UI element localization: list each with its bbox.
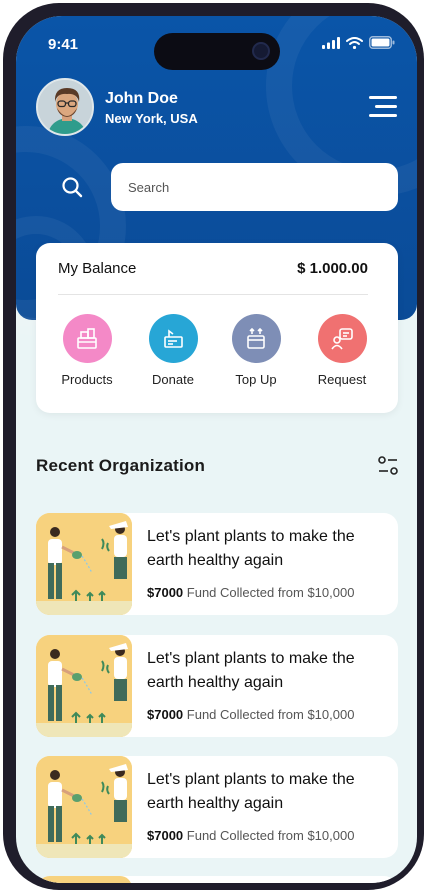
user-name: John Doe [105,90,178,107]
phone-frame: 9:41 John Doe New York, USA Search My Ba… [3,3,424,890]
top-up-icon [231,314,281,363]
action-label: Request [317,372,367,387]
signal-icon [322,36,340,49]
action-donate[interactable]: Donate [133,314,213,387]
balance-label: My Balance [58,260,137,277]
organization-card[interactable]: Let's plant plants to make the earth hea… [36,756,398,858]
menu-icon [369,96,397,99]
balance-divider [58,294,368,295]
donate-icon [148,314,198,363]
search-box [111,163,398,211]
fund-amount: $7000 [147,585,184,600]
app-screen: 9:41 John Doe New York, USA Search My Ba… [16,16,417,883]
balance-card: My Balance $ 1.000.00 Products Donate To… [36,243,398,413]
organization-fund: $7000 Fund Collected from $10,000 [147,707,354,722]
search-icon [62,177,83,198]
organization-card[interactable] [36,876,398,883]
request-icon [317,314,367,363]
fund-amount: $7000 [147,707,184,722]
organization-title: Let's plant plants to make the earth hea… [147,650,355,691]
action-label: Products [61,372,113,387]
action-products[interactable]: Products [47,314,127,387]
products-icon [62,314,112,363]
action-top-up[interactable]: Top Up [216,314,296,387]
camera-icon [252,42,270,60]
user-location: New York, USA [105,111,198,126]
menu-button[interactable] [369,96,397,118]
organization-image [36,635,132,737]
fund-text: Fund Collected from $10,000 [186,585,355,600]
organization-title: Let's plant plants to make the earth hea… [147,528,355,569]
avatar[interactable] [36,78,94,136]
organization-fund: $7000 Fund Collected from $10,000 [147,585,354,600]
organization-card[interactable]: Let's plant plants to make the earth hea… [36,513,398,615]
organization-card[interactable]: Let's plant plants to make the earth hea… [36,635,398,737]
search-button[interactable] [60,175,84,199]
filter-button[interactable] [377,455,399,477]
fund-amount: $7000 [147,828,184,843]
filter-icon [378,456,398,475]
dynamic-island [154,33,280,70]
search-input[interactable] [128,179,398,195]
organization-image [36,756,132,858]
fund-text: Fund Collected from $10,000 [186,707,355,722]
status-time: 9:41 [48,36,79,53]
section-title: Recent Organization [36,456,206,475]
balance-value: $ 1.000.00 [297,260,368,277]
fund-text: Fund Collected from $10,000 [186,828,355,843]
organization-title: Let's plant plants to make the earth hea… [147,771,355,812]
action-label: Top Up [235,372,277,387]
organization-image [36,876,132,883]
status-icons [322,36,395,49]
action-request[interactable]: Request [302,314,382,387]
wifi-icon [346,36,363,49]
action-label: Donate [152,372,194,387]
organization-image [36,513,132,615]
organization-fund: $7000 Fund Collected from $10,000 [147,828,354,843]
battery-icon [369,36,395,49]
